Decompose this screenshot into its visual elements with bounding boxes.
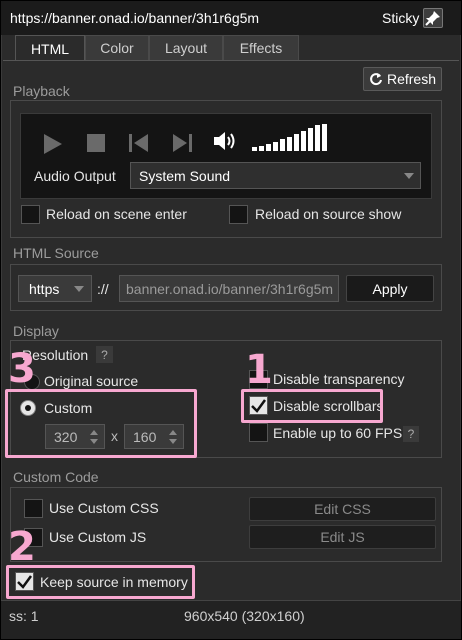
edit-js-button[interactable]: Edit JS — [249, 525, 436, 549]
edit-css-button[interactable]: Edit CSS — [249, 497, 436, 521]
stop-icon — [87, 134, 105, 152]
volume-slider[interactable] — [252, 124, 328, 152]
volume-bar — [273, 142, 278, 151]
apply-button[interactable]: Apply — [346, 275, 434, 302]
fps-help-icon[interactable]: ? — [403, 426, 419, 442]
custom-code-heading: Custom Code — [13, 469, 99, 485]
refresh-icon — [370, 73, 382, 86]
fps-checkbox[interactable] — [249, 423, 268, 442]
speaker-icon — [214, 132, 235, 150]
custom-js-label: Use Custom JS — [49, 529, 147, 545]
status-resolution: 960x540 (320x160) — [184, 608, 305, 624]
fps-label: Enable up to 60 FPS — [273, 425, 403, 441]
reload-source-label: Reload on source show — [255, 206, 402, 222]
audio-output-label: Audio Output — [34, 168, 116, 184]
skip-back-icon — [129, 134, 148, 152]
custom-css-label: Use Custom CSS — [49, 500, 159, 516]
stop-button[interactable] — [86, 133, 106, 156]
volume-bar — [287, 137, 292, 151]
volume-bar — [315, 125, 320, 151]
volume-bar — [301, 131, 306, 151]
volume-bar — [266, 144, 271, 151]
reload-source-checkbox[interactable] — [229, 205, 248, 224]
tab-color[interactable]: Color — [85, 35, 149, 60]
chevron-down-icon — [404, 173, 414, 179]
status-left: ss: 1 — [9, 608, 39, 624]
sticky-label: Sticky — [382, 10, 420, 26]
refresh-label: Refresh — [386, 71, 437, 87]
protocol-separator: :// — [97, 281, 109, 297]
playback-heading: Playback — [13, 83, 70, 99]
tab-html[interactable]: HTML — [15, 35, 85, 61]
audio-output-select[interactable]: System Sound — [130, 162, 421, 189]
annotation-number-3: 3 — [8, 346, 36, 392]
skip-forward-icon — [173, 134, 192, 152]
original-source-label: Original source — [44, 373, 139, 389]
volume-bar — [280, 139, 285, 151]
highlight-custom-resolution — [5, 389, 197, 458]
play-button[interactable] — [42, 133, 64, 158]
html-source-heading: HTML Source — [13, 245, 99, 261]
volume-bar — [322, 124, 327, 151]
audio-output-value: System Sound — [139, 167, 231, 184]
volume-bar — [308, 128, 313, 151]
highlight-keep-memory — [6, 565, 195, 599]
protocol-value: https — [29, 280, 60, 297]
mute-button[interactable] — [213, 130, 239, 155]
pin-button[interactable] — [423, 8, 443, 28]
help-mark: ? — [101, 347, 108, 362]
url-value: banner.onad.io/banner/3h1r6g5m — [126, 280, 334, 297]
tab-layout[interactable]: Layout — [149, 35, 223, 60]
refresh-button[interactable]: Refresh — [363, 67, 442, 91]
play-icon — [44, 134, 62, 154]
reload-scene-checkbox[interactable] — [21, 205, 40, 224]
annotation-number-2: 2 — [8, 524, 36, 570]
annotation-number-1: 1 — [245, 347, 273, 393]
previous-button[interactable] — [128, 133, 150, 156]
volume-bar — [294, 134, 299, 151]
url-field[interactable]: banner.onad.io/banner/3h1r6g5m — [119, 275, 339, 302]
tab-effects[interactable]: Effects — [223, 35, 299, 60]
pin-icon — [425, 11, 440, 26]
protocol-select[interactable]: https — [18, 275, 92, 302]
chevron-down-icon — [74, 286, 84, 292]
display-heading: Display — [13, 323, 59, 339]
disable-transparency-label: Disable transparency — [273, 371, 405, 387]
reload-scene-label: Reload on scene enter — [46, 206, 187, 222]
volume-bar — [252, 147, 257, 151]
source-url: https://banner.onad.io/banner/3h1r6g5m — [10, 10, 260, 26]
custom-css-checkbox[interactable] — [24, 499, 43, 518]
volume-bar — [259, 146, 264, 151]
help-mark: ? — [407, 427, 415, 441]
highlight-disable-scrollbars — [241, 389, 383, 423]
resolution-help-icon[interactable]: ? — [96, 346, 113, 363]
next-button[interactable] — [171, 133, 193, 156]
